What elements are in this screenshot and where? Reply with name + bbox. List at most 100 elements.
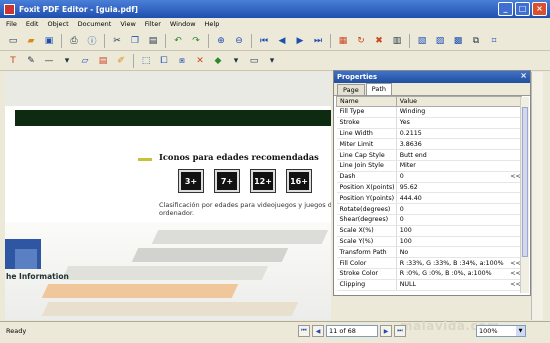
extract-page-icon[interactable]: ▥ xyxy=(389,33,405,49)
tab-page[interactable]: Page xyxy=(337,84,365,95)
open-icon[interactable]: ▰ xyxy=(23,33,39,49)
prev-page-button[interactable]: ◀ xyxy=(312,325,324,337)
property-row[interactable]: Line Cap Style Butt end xyxy=(336,149,522,161)
property-value[interactable]: Winding xyxy=(396,106,508,118)
color-icon[interactable]: ◆ xyxy=(210,53,226,69)
property-row[interactable]: Stroke Yes xyxy=(336,117,522,129)
property-row[interactable]: Position Y(points) 444.40 xyxy=(336,192,522,205)
property-value[interactable]: Miter xyxy=(396,160,508,172)
info-icon[interactable]: ⓘ xyxy=(84,33,100,49)
property-row[interactable]: Rotate(degrees) 0 xyxy=(336,203,522,215)
column-name-header[interactable]: Name xyxy=(336,96,397,107)
next-page-button[interactable]: ▶ xyxy=(380,325,392,337)
property-value[interactable]: 444.40 xyxy=(396,192,508,205)
scroll-thumb[interactable] xyxy=(522,107,528,257)
undo-icon[interactable]: ↶ xyxy=(170,33,186,49)
property-row[interactable]: Stroke Color R :0%, G :0%, B :0%, a:100% <… xyxy=(336,268,522,280)
property-value[interactable]: 0.2115 xyxy=(396,128,508,140)
cut-icon[interactable]: ✂ xyxy=(109,33,125,49)
zoom-out-icon[interactable]: ⊖ xyxy=(231,33,247,49)
page-properties-icon[interactable]: ⧉ xyxy=(468,33,484,49)
annotation-tool-icon[interactable]: ✐ xyxy=(113,53,129,69)
prev-page-icon[interactable]: ◀ xyxy=(274,33,290,49)
shape-tool-icon[interactable]: ▱ xyxy=(77,53,93,69)
group-icon[interactable]: ⧠ xyxy=(156,53,172,69)
menu-help[interactable]: Help xyxy=(205,20,220,28)
document-canvas[interactable]: Iconos para edades recomendadas 3+ 7+ 12… xyxy=(5,72,331,320)
property-value[interactable]: NULL xyxy=(396,279,508,291)
property-row[interactable]: Shear(degrees) 0 xyxy=(336,214,522,226)
rotate-page-icon[interactable]: ↻ xyxy=(353,33,369,49)
menu-view[interactable]: View xyxy=(120,20,135,28)
tab-path[interactable]: Path xyxy=(365,83,393,95)
first-page-button[interactable]: ⏮ xyxy=(298,325,310,337)
last-page-button[interactable]: ⏭ xyxy=(394,325,406,337)
properties-scrollbar[interactable] xyxy=(520,97,529,293)
menu-file[interactable]: File xyxy=(6,20,17,28)
fill-dropdown-icon[interactable]: ▾ xyxy=(228,53,244,69)
pen-tool-icon[interactable]: ✎ xyxy=(23,53,39,69)
property-value[interactable]: R :33%, G :33%, B :34%, a:100% xyxy=(396,257,508,269)
property-row[interactable]: Position X(points) 95.62 xyxy=(336,182,522,194)
save-icon[interactable]: ▣ xyxy=(41,33,57,49)
property-row[interactable]: Fill Type Winding xyxy=(336,106,522,118)
property-row[interactable]: Clipping NULL << xyxy=(336,279,522,291)
property-row[interactable]: Fill Color R :33%, G :33%, B :34%, a:100%… xyxy=(336,257,522,269)
page-number-field[interactable]: 11 of 68 xyxy=(326,325,378,337)
paste-icon[interactable]: ▤ xyxy=(145,33,161,49)
page-crop-icon[interactable]: ⌗ xyxy=(486,33,502,49)
property-value[interactable]: 100 xyxy=(396,225,508,237)
property-row[interactable]: Scale Y(%) 100 xyxy=(336,236,522,248)
property-row[interactable]: Line Width 0.2115 xyxy=(336,128,522,140)
property-value[interactable]: Yes xyxy=(396,117,508,129)
zoom-in-icon[interactable]: ⊕ xyxy=(213,33,229,49)
select-object-icon[interactable]: ⬚ xyxy=(138,53,154,69)
property-value[interactable]: 95.62 xyxy=(396,182,508,194)
menu-edit[interactable]: Edit xyxy=(26,20,39,28)
delete-page-icon[interactable]: ✖ xyxy=(371,33,387,49)
property-row[interactable]: Line Join Style Miter xyxy=(336,160,522,172)
copy-icon[interactable]: ❐ xyxy=(127,33,143,49)
menu-object[interactable]: Object xyxy=(47,20,68,28)
line-dropdown-icon[interactable]: ▾ xyxy=(59,53,75,69)
new-icon[interactable]: ▭ xyxy=(5,33,21,49)
property-value[interactable]: Butt end xyxy=(396,149,508,161)
page-layout2-icon[interactable]: ▨ xyxy=(432,33,448,49)
zoom-select[interactable]: 100% ▼ xyxy=(476,325,526,337)
document-scrollbar[interactable] xyxy=(531,72,543,320)
property-row[interactable]: Miter Limit 3.8636 xyxy=(336,138,522,151)
stroke-dropdown-icon[interactable]: ▾ xyxy=(264,53,280,69)
redo-icon[interactable]: ↷ xyxy=(188,33,204,49)
image-tool-icon[interactable]: ▤ xyxy=(95,53,111,69)
last-page-icon[interactable]: ⏭ xyxy=(310,33,326,49)
ungroup-icon[interactable]: ⧆ xyxy=(174,53,190,69)
property-value[interactable]: 0 xyxy=(396,214,508,226)
property-value[interactable]: R :0%, G :0%, B :0%, a:100% xyxy=(396,268,508,280)
delete-object-icon[interactable]: ✕ xyxy=(192,53,208,69)
property-value[interactable]: 0 xyxy=(396,171,508,183)
menu-filter[interactable]: Filter xyxy=(145,20,161,28)
first-page-icon[interactable]: ⏮ xyxy=(256,33,272,49)
property-row[interactable]: Dash 0 << xyxy=(336,171,522,183)
page-layout-icon[interactable]: ▧ xyxy=(414,33,430,49)
property-row[interactable]: Scale X(%) 100 xyxy=(336,225,522,237)
column-value-header[interactable]: Value xyxy=(395,96,523,107)
minimize-button[interactable]: _ xyxy=(498,2,513,16)
page-layout3-icon[interactable]: ▩ xyxy=(450,33,466,49)
line-tool-icon[interactable]: — xyxy=(41,53,57,69)
chevron-down-icon[interactable]: ▼ xyxy=(516,326,525,336)
maximize-button[interactable]: □ xyxy=(515,2,530,16)
next-page-icon[interactable]: ▶ xyxy=(292,33,308,49)
property-row[interactable]: Transform Path No xyxy=(336,246,522,259)
menu-document[interactable]: Document xyxy=(78,20,112,28)
menu-window[interactable]: Window xyxy=(170,20,196,28)
property-value[interactable]: 3.8636 xyxy=(396,138,508,151)
print-icon[interactable]: ⎙ xyxy=(66,33,82,49)
close-panel-icon[interactable]: × xyxy=(520,71,527,80)
property-value[interactable]: 0 xyxy=(396,203,508,215)
insert-page-icon[interactable]: ▦ xyxy=(335,33,351,49)
text-tool-icon[interactable]: T xyxy=(5,53,21,69)
property-value[interactable]: 100 xyxy=(396,236,508,248)
property-value[interactable]: No xyxy=(396,246,508,259)
stroke-icon[interactable]: ▭ xyxy=(246,53,262,69)
